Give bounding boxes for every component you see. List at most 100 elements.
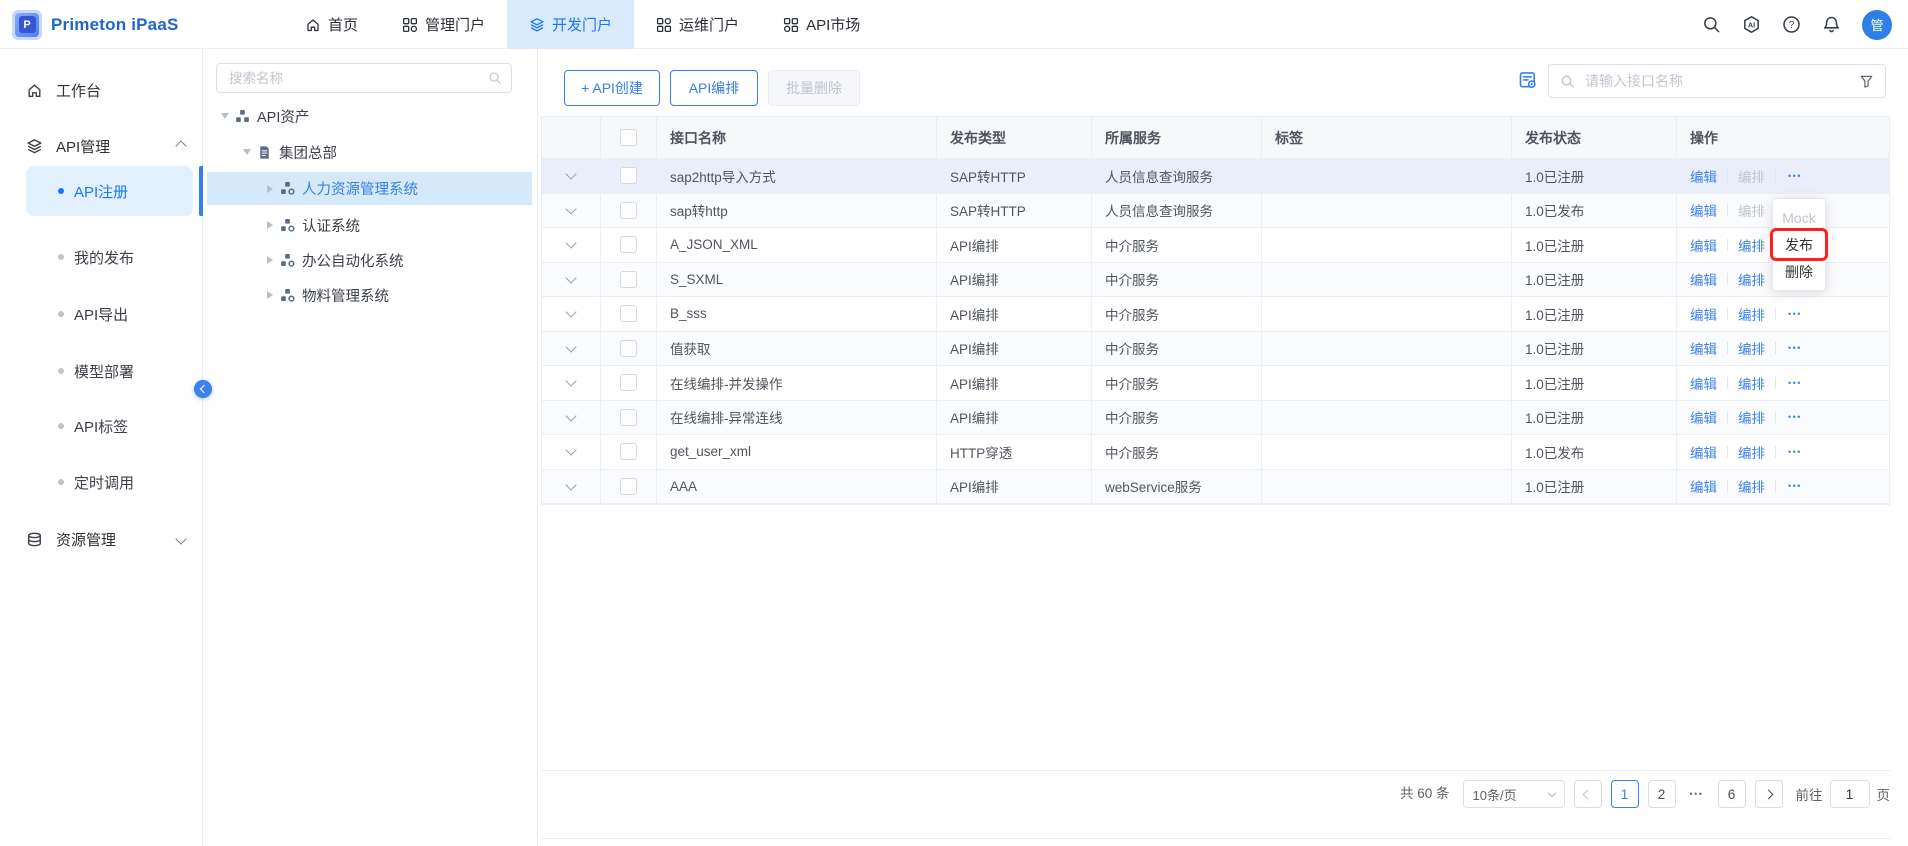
table-row[interactable]: get_user_xml HTTP穿透 中介服务 1.0已发布 编辑编排••• [542, 435, 1889, 470]
caret-down-icon[interactable] [243, 149, 251, 155]
expand-chevron-icon[interactable] [565, 169, 576, 180]
table-row[interactable]: A_JSON_XML API编排 中介服务 1.0已注册 编辑编排••• [542, 228, 1889, 263]
row-checkbox[interactable] [620, 271, 637, 288]
table-row[interactable]: B_sss API编排 中介服务 1.0已注册 编辑编排••• [542, 297, 1889, 332]
menu-item-publish[interactable]: 发布 [1773, 231, 1825, 258]
row-checkbox[interactable] [620, 236, 637, 253]
nav-item-management-portal[interactable]: 管理门户 [380, 0, 507, 49]
brand[interactable]: P Primeton iPaaS [12, 0, 179, 49]
tree-node-hr-system[interactable]: 人力资源管理系统 [207, 172, 532, 205]
expand-chevron-icon[interactable] [565, 341, 576, 352]
caret-right-icon[interactable] [267, 221, 273, 229]
expand-chevron-icon[interactable] [565, 479, 576, 490]
orchestrate-link[interactable]: 编排 [1738, 373, 1765, 393]
nav-item-dev-portal[interactable]: 开发门户 [507, 0, 634, 49]
row-checkbox[interactable] [620, 409, 637, 426]
batch-delete-button[interactable]: 批量删除 [768, 70, 860, 106]
caret-right-icon[interactable] [267, 291, 273, 299]
search-icon[interactable] [1702, 15, 1721, 34]
page-size-select[interactable]: 10条/页 [1463, 780, 1565, 808]
expand-chevron-icon[interactable] [565, 410, 576, 421]
page-button-1[interactable]: 1 [1611, 780, 1639, 808]
more-actions-button[interactable]: ••• [1788, 412, 1802, 422]
next-page-button[interactable] [1755, 780, 1783, 808]
more-actions-button[interactable]: ••• [1788, 171, 1802, 181]
tree-node-auth-system[interactable]: 认证系统 [267, 210, 360, 240]
select-all-checkbox[interactable] [620, 129, 637, 146]
orchestrate-link[interactable]: 编排 [1738, 442, 1765, 462]
caret-right-icon[interactable] [267, 256, 273, 264]
expand-chevron-icon[interactable] [565, 272, 576, 283]
orchestrate-link[interactable]: 编排 [1738, 338, 1765, 358]
menu-item-delete[interactable]: 删除 [1773, 258, 1825, 285]
api-orchestrate-button[interactable]: API编排 [670, 70, 758, 106]
orchestrate-link[interactable]: 编排 [1738, 304, 1765, 324]
caret-right-icon[interactable] [267, 185, 273, 193]
orchestrate-link[interactable]: 编排 [1738, 407, 1765, 427]
filter-funnel-icon[interactable] [1859, 74, 1874, 89]
prev-page-button[interactable] [1574, 780, 1602, 808]
orchestrate-link[interactable]: 编排 [1738, 200, 1765, 220]
menu-item-mock[interactable]: Mock [1773, 204, 1825, 231]
sidebar-item-scheduled-call[interactable]: 定时调用 [0, 465, 203, 499]
nav-item-home[interactable]: 首页 [283, 0, 380, 49]
tree-collapse-button[interactable] [194, 380, 212, 398]
orchestrate-link[interactable]: 编排 [1738, 235, 1765, 255]
tree-node-material-system[interactable]: 物料管理系统 [267, 280, 389, 310]
sidebar-item-api-register[interactable]: API注册 [26, 166, 193, 216]
edit-link[interactable]: 编辑 [1690, 373, 1717, 393]
help-icon[interactable]: ? [1782, 15, 1801, 34]
search-icon[interactable] [488, 71, 502, 85]
expand-chevron-icon[interactable] [565, 203, 576, 214]
sidebar-item-api-export[interactable]: API导出 [0, 297, 203, 331]
more-actions-button[interactable]: ••• [1788, 378, 1802, 388]
edit-link[interactable]: 编辑 [1690, 476, 1717, 496]
bell-icon[interactable] [1822, 15, 1841, 34]
more-actions-button[interactable]: ••• [1788, 447, 1802, 457]
edit-link[interactable]: 编辑 [1690, 304, 1717, 324]
sidebar-item-my-publish[interactable]: 我的发布 [0, 240, 203, 274]
table-row[interactable]: sap转http SAP转HTTP 人员信息查询服务 1.0已发布 编辑编排••… [542, 194, 1889, 229]
api-search-input[interactable] [1583, 72, 1859, 90]
edit-link[interactable]: 编辑 [1690, 407, 1717, 427]
ai-translate-icon[interactable]: AI [1742, 15, 1761, 34]
orchestrate-link[interactable]: 编排 [1738, 476, 1765, 496]
sidebar-item-api-tags[interactable]: API标签 [0, 409, 203, 443]
expand-chevron-icon[interactable] [565, 307, 576, 318]
table-row[interactable]: 值获取 API编排 中介服务 1.0已注册 编辑编排••• [542, 332, 1889, 367]
row-checkbox[interactable] [620, 478, 637, 495]
more-actions-button[interactable]: ••• [1788, 343, 1802, 353]
more-actions-button[interactable]: ••• [1788, 309, 1802, 319]
edit-link[interactable]: 编辑 [1690, 200, 1717, 220]
edit-link[interactable]: 编辑 [1690, 338, 1717, 358]
table-row[interactable]: sap2http导入方式 SAP转HTTP 人员信息查询服务 1.0已注册 编辑… [542, 159, 1889, 194]
goto-page-input[interactable] [1830, 780, 1870, 808]
table-row[interactable]: AAA API编排 webService服务 1.0已注册 编辑编排••• [542, 470, 1889, 505]
api-create-button[interactable]: + API创建 [564, 70, 660, 106]
sidebar-group-api-management[interactable]: API管理 [0, 129, 203, 163]
caret-down-icon[interactable] [221, 113, 229, 119]
avatar[interactable]: 管 [1862, 10, 1892, 40]
sidebar-group-resource-management[interactable]: 资源管理 [0, 522, 203, 556]
more-actions-button[interactable]: ••• [1788, 481, 1802, 491]
expand-chevron-icon[interactable] [565, 238, 576, 249]
orchestrate-link[interactable]: 编排 [1738, 166, 1765, 186]
row-checkbox[interactable] [620, 305, 637, 322]
tree-node-group-hq[interactable]: 集团总部 [244, 137, 337, 167]
sidebar-item-model-deploy[interactable]: 模型部署 [0, 354, 203, 388]
expand-chevron-icon[interactable] [565, 376, 576, 387]
edit-link[interactable]: 编辑 [1690, 166, 1717, 186]
row-checkbox[interactable] [620, 167, 637, 184]
row-checkbox[interactable] [620, 202, 637, 219]
table-row[interactable]: 在线编排-并发操作 API编排 中介服务 1.0已注册 编辑编排••• [542, 366, 1889, 401]
sidebar-item-workbench[interactable]: 工作台 [0, 73, 203, 107]
nav-item-api-market[interactable]: API市场 [761, 0, 882, 49]
expand-chevron-icon[interactable] [565, 445, 576, 456]
tree-node-oa-system[interactable]: 办公自动化系统 [267, 245, 404, 275]
list-settings-icon[interactable] [1518, 70, 1538, 90]
edit-link[interactable]: 编辑 [1690, 269, 1717, 289]
page-button-2[interactable]: 2 [1648, 780, 1676, 808]
tree-search-input[interactable] [227, 70, 488, 87]
tree-node-api-assets[interactable]: API资产 [222, 101, 309, 131]
row-checkbox[interactable] [620, 374, 637, 391]
